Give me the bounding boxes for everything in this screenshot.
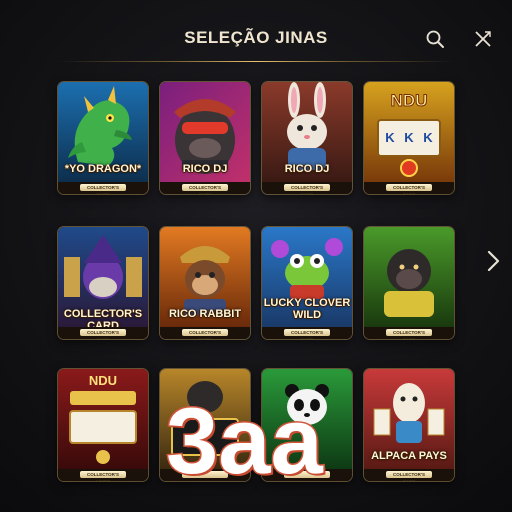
overlay-watermark-text: 3aa (165, 388, 325, 493)
game-title: RICO RABBIT (168, 308, 242, 320)
header: SELEÇÃO JINAS (0, 0, 512, 64)
svg-text:K: K (385, 130, 395, 145)
game-card-ndu-slot[interactable]: NDU K K K COLLECTOR'S CARD (364, 82, 454, 194)
game-title: LUCKY CLOVER WILD (263, 297, 351, 321)
game-card-ndu-debts[interactable]: NDU COLLECTOR'S LIMBO (58, 369, 148, 481)
game-title: RICO DJ (182, 163, 228, 175)
game-card-alpaca-pays[interactable]: ALPACA PAYS COLLECTOR'S CARD (364, 369, 454, 481)
collector-plate: COLLECTOR'S CARD (364, 182, 454, 194)
chevron-right-icon[interactable] (482, 248, 504, 274)
collector-plate: COLLECTOR'S CARD (58, 327, 148, 339)
slot-machine-art-icon: NDU K K K (364, 82, 454, 182)
game-card-lucky-clover-wild[interactable]: LUCKY CLOVER WILD COLLECTOR'S CARD (262, 227, 352, 339)
header-divider (58, 61, 454, 62)
search-icon[interactable] (424, 28, 446, 50)
game-title: *YO DRAGON* (64, 163, 142, 175)
collector-plate: COLLECTOR'S CARD (364, 469, 454, 481)
collector-plate: COLLECTOR'S CARD (364, 327, 454, 339)
game-card-collectors-card[interactable]: COLLECTOR'S CARD COLLECTOR'S CARD (58, 227, 148, 339)
game-card-rico-dj[interactable]: RICO DJ COLLECTOR'S CARD (160, 82, 250, 194)
svg-text:NDU: NDU (391, 91, 428, 110)
collector-plate: COLLECTOR'S CARD (160, 182, 250, 194)
svg-text:K: K (404, 130, 414, 145)
game-title: RICO DJ (284, 163, 330, 175)
collector-plate: COLLECTOR'S CARD (58, 182, 148, 194)
collector-plate: COLLECTOR'S CARD (262, 182, 352, 194)
collector-plate: COLLECTOR'S CARD (262, 327, 352, 339)
game-card-gorilla[interactable]: COLLECTOR'S CARD (364, 227, 454, 339)
game-card-rico-dj-2[interactable]: RICO DJ COLLECTOR'S CARD (262, 82, 352, 194)
close-icon[interactable] (472, 28, 494, 50)
collector-plate: COLLECTOR'S CARD (160, 327, 250, 339)
game-title: ALPACA PAYS (371, 450, 447, 462)
svg-text:NDU: NDU (89, 373, 117, 388)
collector-plate: COLLECTOR'S LIMBO (58, 469, 148, 481)
game-card-rico-rabbit[interactable]: RICO RABBIT COLLECTOR'S CARD (160, 227, 250, 339)
slot-machine-art-icon: NDU (58, 369, 148, 469)
gorilla-art-icon (364, 227, 454, 327)
game-card-yo-dragon[interactable]: *YO DRAGON* COLLECTOR'S CARD (58, 82, 148, 194)
svg-text:K: K (423, 130, 433, 145)
